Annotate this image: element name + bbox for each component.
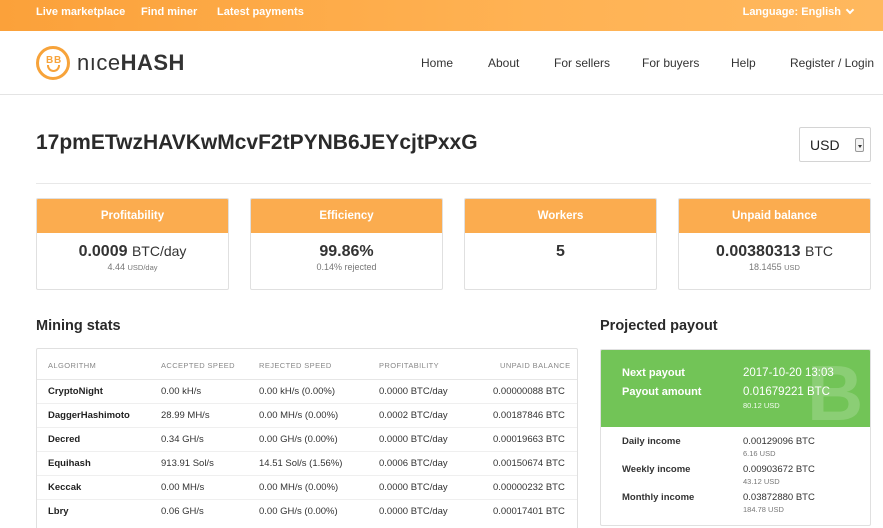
- nav-for-buyers[interactable]: For buyers: [642, 56, 699, 70]
- cell-algorithm: CryptoNight: [48, 386, 103, 397]
- chevron-down-icon: [845, 5, 855, 15]
- cell-rejected-speed: 0.00 GH/s (0.00%): [259, 434, 338, 445]
- cell-profitability: 0.0000 BTC/day: [379, 434, 448, 445]
- column-header[interactable]: PROFITABILITY: [379, 361, 439, 370]
- nav-for-sellers[interactable]: For sellers: [554, 56, 610, 70]
- next-payout-box: B Next payout 2017-10-20 13:03 Payout am…: [601, 350, 870, 427]
- cell-accepted-speed: 0.00 MH/s: [161, 482, 205, 493]
- weekly-income-btc: 0.00903672 BTC: [743, 464, 815, 475]
- cell-algorithm: Decred: [48, 434, 81, 445]
- payout-amount-usd: 80.12 USD: [743, 401, 780, 410]
- daily-income-label: Daily income: [622, 436, 681, 447]
- next-payout-label: Next payout: [622, 367, 685, 379]
- cell-profitability: 0.0002 BTC/day: [379, 410, 448, 421]
- cell-accepted-speed: 913.91 Sol/s: [161, 458, 214, 469]
- cell-accepted-speed: 0.34 GH/s: [161, 434, 204, 445]
- cell-rejected-speed: 0.00 MH/s (0.00%): [259, 482, 339, 493]
- card-workers: Workers 5: [464, 198, 657, 290]
- weekly-income-usd: 43.12 USD: [743, 477, 780, 486]
- next-payout-value: 2017-10-20 13:03: [743, 367, 834, 379]
- divider: [36, 183, 871, 184]
- nicehash-logo[interactable]: BB nıceHASH: [36, 45, 185, 81]
- mining-stats-title: Mining stats: [36, 318, 121, 334]
- card-unpaid-balance: Unpaid balance 0.00380313 BTC 18.1455 US…: [678, 198, 871, 290]
- cell-rejected-speed: 0.00 MH/s (0.00%): [259, 410, 339, 421]
- cell-unpaid-balance: 0.00000232 BTC: [493, 482, 565, 493]
- card-value: 99.86%: [319, 243, 374, 260]
- language-selector[interactable]: Language: English: [742, 5, 855, 18]
- card-title: Workers: [465, 199, 656, 233]
- payout-amount-label: Payout amount: [622, 386, 702, 398]
- table-row[interactable]: Lbry 0.06 GH/s 0.00 GH/s (0.00%) 0.0000 …: [37, 500, 577, 524]
- table-row[interactable]: Keccak 0.00 MH/s 0.00 MH/s (0.00%) 0.000…: [37, 476, 577, 500]
- cell-unpaid-balance: 0.00187846 BTC: [493, 410, 565, 421]
- cell-rejected-speed: 14.51 Sol/s (1.56%): [259, 458, 343, 469]
- cell-algorithm: Equihash: [48, 458, 91, 469]
- nav-help[interactable]: Help: [731, 56, 756, 70]
- card-title: Profitability: [37, 199, 228, 233]
- table-row[interactable]: Decred 0.34 GH/s 0.00 GH/s (0.00%) 0.000…: [37, 428, 577, 452]
- cell-algorithm: DaggerHashimoto: [48, 410, 130, 421]
- weekly-income-label: Weekly income: [622, 464, 691, 475]
- card-profitability: Profitability 0.0009 BTC/day 4.44 USD/da…: [36, 198, 229, 290]
- link-latest-payments[interactable]: Latest payments: [217, 6, 304, 18]
- nav-register-login[interactable]: Register / Login: [790, 56, 874, 70]
- cell-algorithm: Lbry: [48, 506, 69, 517]
- cell-profitability: 0.0000 BTC/day: [379, 386, 448, 397]
- card-efficiency: Efficiency 99.86% 0.14% rejected: [250, 198, 443, 290]
- cell-profitability: 0.0000 BTC/day: [379, 506, 448, 517]
- site-header: BB nıceHASH Home About For sellers For b…: [0, 31, 883, 95]
- link-live-marketplace[interactable]: Live marketplace: [36, 6, 125, 18]
- cell-unpaid-balance: 0.00150674 BTC: [493, 458, 565, 469]
- table-row[interactable]: DaggerHashimoto 28.99 MH/s 0.00 MH/s (0.…: [37, 404, 577, 428]
- card-subvalue: 4.44 USD/day: [107, 262, 158, 272]
- nav-about[interactable]: About: [488, 56, 519, 70]
- payout-amount-value: 0.01679221 BTC: [743, 386, 830, 398]
- table-row[interactable]: Equihash 913.91 Sol/s 14.51 Sol/s (1.56%…: [37, 452, 577, 476]
- card-value: 0.00380313 BTC: [716, 243, 833, 260]
- cell-algorithm: Keccak: [48, 482, 82, 493]
- cell-unpaid-balance: 0.00000088 BTC: [493, 386, 565, 397]
- logo-wordmark: nıceHASH: [77, 50, 185, 75]
- monthly-income-label: Monthly income: [622, 492, 695, 503]
- projected-payout-title: Projected payout: [600, 318, 718, 334]
- cell-unpaid-balance: 0.00019663 BTC: [493, 434, 565, 445]
- cell-rejected-speed: 0.00 GH/s (0.00%): [259, 506, 338, 517]
- card-subvalue: 18.1455 USD: [749, 262, 800, 272]
- monthly-income-usd: 184.78 USD: [743, 505, 784, 514]
- cell-profitability: 0.0006 BTC/day: [379, 458, 448, 469]
- currency-select[interactable]: USD: [799, 127, 871, 162]
- language-label: Language: English: [742, 6, 841, 18]
- currency-value: USD: [810, 137, 840, 153]
- cell-accepted-speed: 28.99 MH/s: [161, 410, 210, 421]
- daily-income-usd: 6.16 USD: [743, 449, 776, 458]
- select-arrow-icon: [855, 138, 864, 152]
- monthly-income-btc: 0.03872880 BTC: [743, 492, 815, 503]
- nav-home[interactable]: Home: [421, 56, 453, 70]
- table-row[interactable]: CryptoNight 0.00 kH/s 0.00 kH/s (0.00%) …: [37, 380, 577, 404]
- card-value: 0.0009 BTC/day: [78, 243, 187, 260]
- card-title: Efficiency: [251, 199, 442, 233]
- projected-payout-panel: B Next payout 2017-10-20 13:03 Payout am…: [600, 349, 871, 526]
- card-title: Unpaid balance: [679, 199, 870, 233]
- card-subvalue: 0.14% rejected: [316, 262, 377, 272]
- column-header[interactable]: ALGORITHM: [48, 361, 96, 370]
- column-header[interactable]: ACCEPTED SPEED: [161, 361, 235, 370]
- daily-income-btc: 0.00129096 BTC: [743, 436, 815, 447]
- cell-unpaid-balance: 0.00017401 BTC: [493, 506, 565, 517]
- top-bar: Live marketplace Find miner Latest payme…: [0, 0, 883, 31]
- cell-accepted-speed: 0.06 GH/s: [161, 506, 204, 517]
- wallet-address: 17pmETwzHAVKwMcvF2tPYNB6JEYcjtPxxG: [36, 131, 478, 154]
- link-find-miner[interactable]: Find miner: [141, 6, 197, 18]
- smiley-face-icon: BB: [36, 46, 70, 80]
- cell-profitability: 0.0000 BTC/day: [379, 482, 448, 493]
- cell-accepted-speed: 0.00 kH/s: [161, 386, 202, 397]
- column-header[interactable]: UNPAID BALANCE: [500, 361, 570, 370]
- mining-stats-table: ALGORITHM ACCEPTED SPEED REJECTED SPEED …: [36, 348, 578, 528]
- cell-rejected-speed: 0.00 kH/s (0.00%): [259, 386, 336, 397]
- card-value: 5: [556, 243, 565, 260]
- column-header[interactable]: REJECTED SPEED: [259, 361, 332, 370]
